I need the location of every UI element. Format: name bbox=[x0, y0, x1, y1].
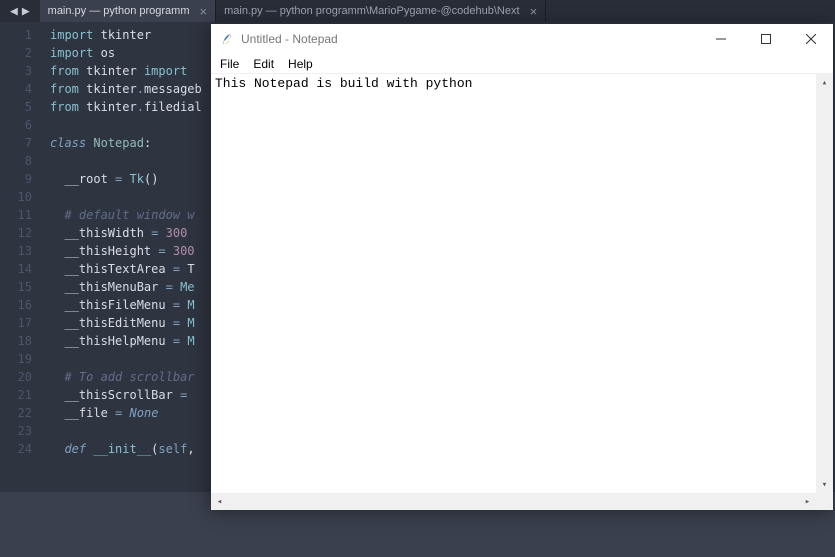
line-number: 16 bbox=[0, 296, 50, 314]
notepad-window: Untitled - Notepad File Edit Help This N… bbox=[211, 24, 833, 510]
notepad-textarea[interactable]: This Notepad is build with python ▴ ▾ ◂ … bbox=[211, 74, 833, 510]
line-number: 4 bbox=[0, 80, 50, 98]
tab-label: main.py — python programm\MarioPygame-@c… bbox=[224, 5, 519, 17]
line-number: 1 bbox=[0, 26, 50, 44]
notepad-title: Untitled - Notepad bbox=[241, 32, 698, 46]
line-number: 6 bbox=[0, 116, 50, 134]
line-number: 14 bbox=[0, 260, 50, 278]
line-number: 18 bbox=[0, 332, 50, 350]
editor-tab-bar: ◀ ▶ main.py — python programm×main.py — … bbox=[0, 0, 835, 22]
line-number: 19 bbox=[0, 350, 50, 368]
notepad-titlebar[interactable]: Untitled - Notepad bbox=[211, 24, 833, 54]
scroll-right-icon[interactable]: ▸ bbox=[799, 493, 816, 510]
resize-grip[interactable] bbox=[816, 493, 833, 510]
line-number: 23 bbox=[0, 422, 50, 440]
line-number: 10 bbox=[0, 188, 50, 206]
scroll-left-icon[interactable]: ◂ bbox=[211, 493, 228, 510]
line-number: 8 bbox=[0, 152, 50, 170]
line-number: 22 bbox=[0, 404, 50, 422]
horizontal-scrollbar[interactable]: ◂ ▸ bbox=[211, 493, 816, 510]
line-number: 5 bbox=[0, 98, 50, 116]
tab-label: main.py — python programm bbox=[48, 5, 190, 17]
line-number: 11 bbox=[0, 206, 50, 224]
line-number: 12 bbox=[0, 224, 50, 242]
line-number: 15 bbox=[0, 278, 50, 296]
line-number: 3 bbox=[0, 62, 50, 80]
tk-feather-icon bbox=[219, 31, 235, 47]
nav-left-icon[interactable]: ◀ bbox=[10, 4, 18, 19]
line-number: 20 bbox=[0, 368, 50, 386]
vertical-scrollbar[interactable]: ▴ ▾ bbox=[816, 74, 833, 493]
line-number: 2 bbox=[0, 44, 50, 62]
scroll-down-icon[interactable]: ▾ bbox=[816, 476, 833, 493]
menu-file[interactable]: File bbox=[213, 57, 246, 71]
line-number: 17 bbox=[0, 314, 50, 332]
tab-nav-arrows: ◀ ▶ bbox=[0, 4, 40, 19]
window-controls bbox=[698, 24, 833, 54]
minimize-button[interactable] bbox=[698, 24, 743, 54]
close-icon[interactable]: × bbox=[200, 4, 208, 19]
line-number: 21 bbox=[0, 386, 50, 404]
line-number: 13 bbox=[0, 242, 50, 260]
notepad-content: This Notepad is build with python bbox=[215, 76, 472, 91]
line-gutter: 123456789101112131415161718192021222324 bbox=[0, 22, 50, 492]
menu-edit[interactable]: Edit bbox=[246, 57, 281, 71]
menu-help[interactable]: Help bbox=[281, 57, 320, 71]
editor-tab-1[interactable]: main.py — python programm\MarioPygame-@c… bbox=[216, 0, 546, 22]
maximize-button[interactable] bbox=[743, 24, 788, 54]
line-number: 24 bbox=[0, 440, 50, 458]
notepad-menubar: File Edit Help bbox=[211, 54, 833, 74]
close-icon[interactable]: × bbox=[530, 4, 538, 19]
editor-tab-0[interactable]: main.py — python programm × bbox=[40, 0, 216, 22]
close-button[interactable] bbox=[788, 24, 833, 54]
line-number: 9 bbox=[0, 170, 50, 188]
nav-right-icon[interactable]: ▶ bbox=[22, 4, 30, 19]
scroll-up-icon[interactable]: ▴ bbox=[816, 74, 833, 91]
line-number: 7 bbox=[0, 134, 50, 152]
